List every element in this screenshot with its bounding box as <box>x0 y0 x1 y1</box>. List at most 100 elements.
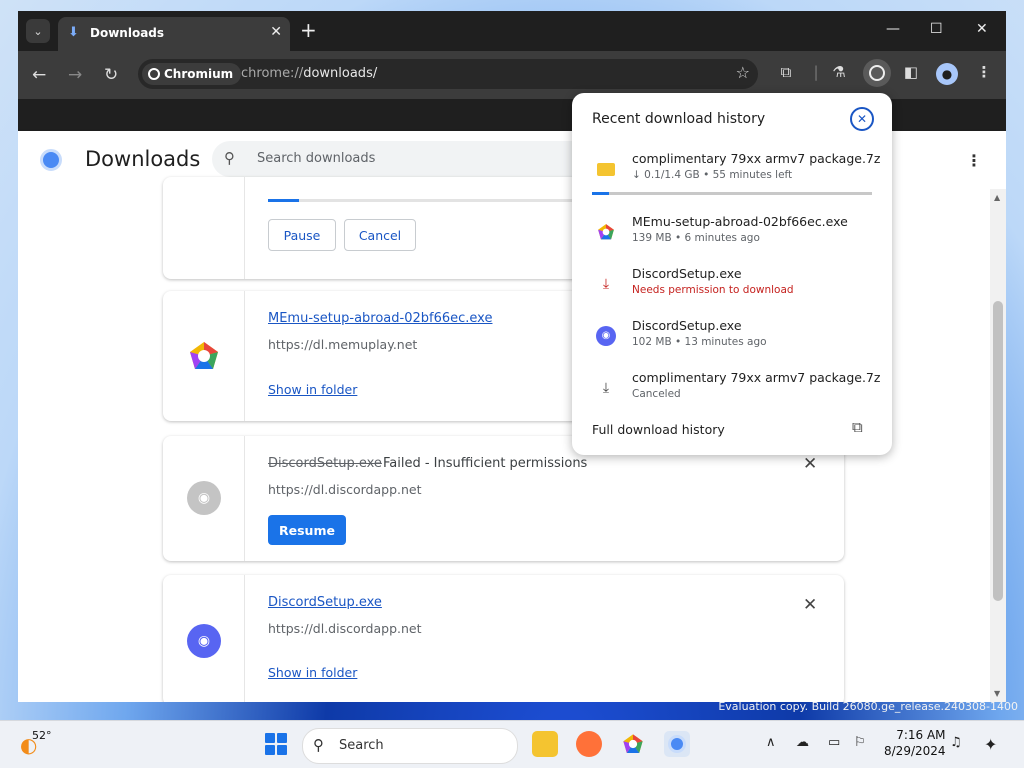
firefox-icon[interactable] <box>576 731 602 757</box>
bubble-item-name: MEmu-setup-abroad-02bf66ec.exe <box>632 214 848 229</box>
forward-button[interactable]: → <box>68 65 82 85</box>
menu-kebab-icon[interactable]: ⋮ <box>973 63 995 81</box>
start-button[interactable] <box>265 733 287 755</box>
url-text[interactable]: chrome://downloads/ <box>241 66 377 81</box>
bubble-item-status: 139 MB • 6 minutes ago <box>632 232 760 244</box>
download-progress-bar <box>268 199 573 202</box>
tab-search-button[interactable]: ⌄ <box>26 19 50 43</box>
network-icon[interactable]: ⚐ <box>854 735 866 750</box>
taskbar: ◐ 52° ⚲ Search ∧ ☁ ▭ ⚐ 7:16 AM 8/29/2024… <box>0 720 1024 768</box>
download-canceled-icon: ⤓ <box>602 380 610 396</box>
bubble-item[interactable]: ⤓ complimentary 79xx armv7 package.7z Ca… <box>572 370 892 418</box>
chromium-taskbar-icon[interactable] <box>664 731 690 757</box>
memu-app-icon <box>596 222 616 242</box>
system-clock[interactable]: 7:16 AM 8/29/2024 <box>884 727 946 759</box>
discord-icon: ◉ <box>187 624 221 658</box>
search-icon: ⚲ <box>313 736 324 754</box>
download-blocked-icon: ⤓ <box>602 276 610 292</box>
site-chip[interactable]: Chromium <box>142 63 242 85</box>
download-source-url: https://dl.memuplay.net <box>268 337 418 352</box>
pause-button[interactable]: Pause <box>268 219 336 251</box>
page-scrollbar[interactable]: ▲ ▼ <box>990 189 1006 702</box>
taskbar-search-label: Search <box>339 738 384 753</box>
download-progress-ring-icon <box>869 65 885 81</box>
labs-flask-icon[interactable]: ⚗ <box>828 63 850 81</box>
tab-downloads[interactable]: ⬇ Downloads ✕ <box>58 17 290 51</box>
memu-app-icon <box>187 339 221 373</box>
resume-button[interactable]: Resume <box>268 515 346 545</box>
display-icon[interactable]: ▭ <box>828 735 840 750</box>
show-in-folder-link[interactable]: Show in folder <box>268 665 357 680</box>
bubble-item-status: Canceled <box>632 388 681 400</box>
bubble-close-icon[interactable]: ✕ <box>850 107 874 131</box>
tray-overflow-chevron-icon[interactable]: ∧ <box>766 735 776 750</box>
remove-download-icon[interactable]: ✕ <box>803 595 817 615</box>
download-icon: ⬇ <box>68 25 79 40</box>
close-window-button[interactable]: ✕ <box>976 21 988 37</box>
download-source-url: https://dl.discordapp.net <box>268 621 422 636</box>
downloads-toolbar-button[interactable] <box>863 59 891 87</box>
open-external-icon[interactable]: ⧉ <box>852 418 863 436</box>
bookmark-star-icon[interactable]: ☆ <box>736 63 750 82</box>
download-filename-link[interactable]: DiscordSetup.exe <box>268 595 382 610</box>
remove-download-icon[interactable]: ✕ <box>803 454 817 474</box>
archive-file-icon <box>596 159 616 179</box>
discord-icon: ◉ <box>596 326 616 346</box>
minimize-button[interactable]: — <box>886 21 900 37</box>
search-placeholder: Search downloads <box>257 151 376 166</box>
back-button[interactable]: ← <box>32 65 46 85</box>
full-download-history-link[interactable]: Full download history <box>592 422 725 437</box>
search-icon: ⚲ <box>224 149 235 167</box>
bubble-item[interactable]: MEmu-setup-abroad-02bf66ec.exe 139 MB • … <box>572 214 892 262</box>
discord-icon: ◉ <box>187 481 221 515</box>
scroll-down-arrow-icon[interactable]: ▼ <box>994 689 1000 698</box>
copilot-icon[interactable]: ✦ <box>984 735 997 754</box>
toolbar-divider: | <box>813 63 819 81</box>
reload-button[interactable]: ↻ <box>104 65 118 85</box>
tab-close-icon[interactable]: ✕ <box>270 24 282 40</box>
download-status: Failed - Insufficient permissions <box>383 456 588 471</box>
site-chip-label: Chromium <box>164 67 234 81</box>
evaluation-watermark: Evaluation copy. Build 26080.ge_release.… <box>718 700 1018 713</box>
new-tab-button[interactable]: + <box>300 19 317 41</box>
bubble-item-name: complimentary 79xx armv7 package.7z <box>632 370 881 385</box>
show-in-folder-link[interactable]: Show in folder <box>268 382 357 397</box>
download-source-url: https://dl.discordapp.net <box>268 482 422 497</box>
taskbar-search[interactable]: ⚲ Search <box>302 728 518 764</box>
onedrive-icon[interactable]: ☁ <box>796 735 809 750</box>
extensions-icon[interactable]: ⧉ <box>775 63 797 81</box>
bubble-item-name: complimentary 79xx armv7 package.7z <box>632 151 881 166</box>
bubble-item[interactable]: ◉ DiscordSetup.exe 102 MB • 13 minutes a… <box>572 318 892 366</box>
notification-bell-icon[interactable]: ♫ <box>950 735 962 750</box>
memu-app-icon[interactable] <box>620 731 646 757</box>
chromium-logo-icon <box>40 149 62 171</box>
page-menu-icon[interactable]: ⋮ <box>966 151 982 170</box>
file-explorer-icon[interactable] <box>532 731 558 757</box>
bubble-item[interactable]: ⤓ DiscordSetup.exe Needs permission to d… <box>572 266 892 314</box>
bubble-item-status: ↓ 0.1/1.4 GB • 55 minutes left <box>632 169 793 181</box>
bubble-title: Recent download history <box>592 111 766 127</box>
scrollbar-thumb[interactable] <box>993 301 1003 601</box>
address-bar[interactable]: Chromium chrome://downloads/ ☆ <box>138 59 758 89</box>
cancel-button[interactable]: Cancel <box>344 219 416 251</box>
bubble-item-status: Needs permission to download <box>632 284 794 296</box>
side-panel-icon[interactable]: ◧ <box>900 63 922 81</box>
download-filename-link[interactable]: MEmu-setup-abroad-02bf66ec.exe <box>268 311 492 326</box>
bubble-progress-bar <box>592 192 872 195</box>
search-input[interactable]: ⚲ Search downloads <box>212 141 592 177</box>
download-card-discord: ◉ DiscordSetup.exe https://dl.discordapp… <box>163 575 844 702</box>
tab-title: Downloads <box>90 26 165 40</box>
bubble-item-status: 102 MB • 13 minutes ago <box>632 336 767 348</box>
download-bubble: Recent download history ✕ complimentary … <box>572 93 892 455</box>
maximize-button[interactable]: ☐ <box>930 21 943 37</box>
bubble-item-name: DiscordSetup.exe <box>632 266 742 281</box>
toolbar: ← → ↻ Chromium chrome://downloads/ ☆ ⧉ |… <box>18 51 1006 99</box>
chromium-logo-icon <box>148 68 160 80</box>
profile-avatar-icon[interactable]: ● <box>936 63 958 85</box>
bubble-item-name: DiscordSetup.exe <box>632 318 742 333</box>
temperature: 52° <box>32 729 52 742</box>
scroll-up-arrow-icon[interactable]: ▲ <box>994 193 1000 202</box>
page-title: Downloads <box>85 147 201 171</box>
tab-strip: ⌄ ⬇ Downloads ✕ + — ☐ ✕ <box>18 11 1006 51</box>
download-filename: DiscordSetup.exe <box>268 456 382 471</box>
